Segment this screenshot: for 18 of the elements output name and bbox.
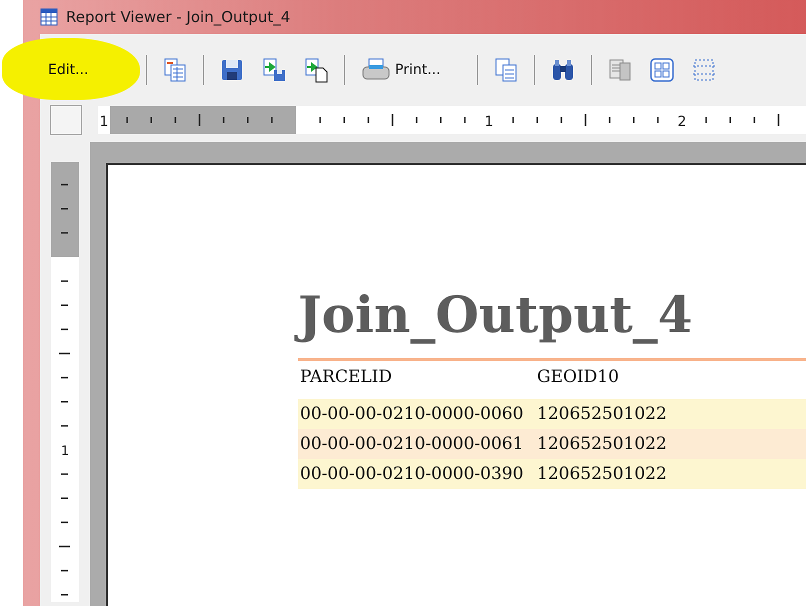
ruler-number: 1 bbox=[60, 444, 70, 459]
table-icon bbox=[40, 8, 58, 26]
grid-icon bbox=[648, 56, 676, 84]
table-cell: 00-00-00-0210-0000-0060 bbox=[298, 399, 535, 429]
print-button[interactable]: Print... bbox=[355, 51, 447, 89]
table-cell: 120652501022 bbox=[535, 429, 806, 459]
table-cell: 120652501022 bbox=[535, 399, 806, 429]
table-cell: 00-00-00-0210-0000-0061 bbox=[298, 429, 535, 459]
column-header: PARCELID bbox=[298, 361, 535, 399]
ruler-number: 1 bbox=[484, 114, 493, 130]
edit-button[interactable]: Edit... bbox=[42, 56, 136, 84]
table-cell: 00-00-00-0210-0000-0390 bbox=[298, 459, 535, 489]
column-header: GEOID10 bbox=[535, 361, 806, 399]
table-cell: 120652501022 bbox=[535, 459, 806, 489]
ruler-number: 2 bbox=[677, 114, 686, 130]
window-title: Report Viewer - Join_Output_4 bbox=[66, 8, 290, 26]
ruler-number: 1 bbox=[99, 114, 108, 130]
ruler-corner bbox=[50, 105, 82, 135]
